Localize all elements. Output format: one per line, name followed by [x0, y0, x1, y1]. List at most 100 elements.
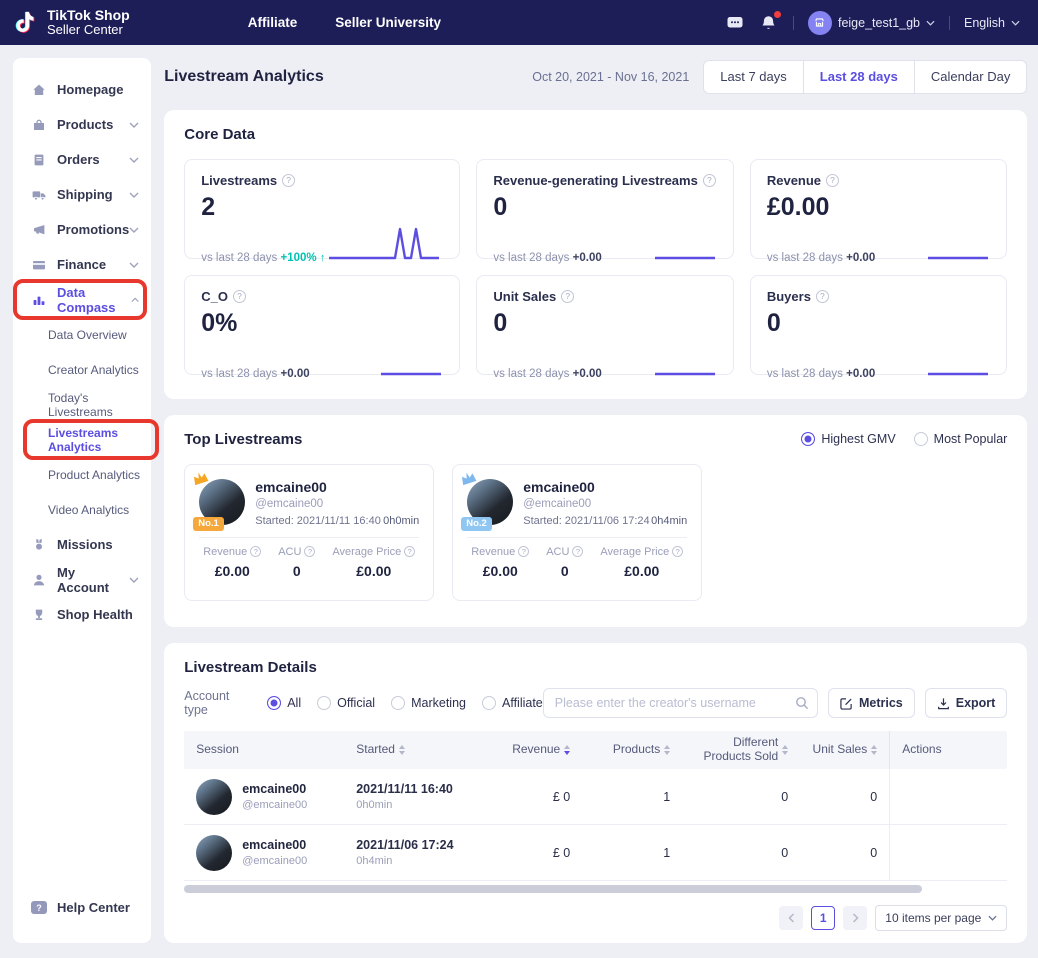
column-header-started[interactable]: Started — [344, 743, 494, 757]
info-icon[interactable] — [404, 546, 415, 557]
info-icon[interactable] — [233, 290, 246, 303]
different-products-sold-cell: 0 — [682, 846, 800, 860]
top-livestreams-title: Top Livestreams — [184, 431, 302, 448]
sidebar-item-shop-health[interactable]: Shop Health — [13, 597, 151, 632]
sparkline-chart — [653, 222, 717, 264]
column-header-products[interactable]: Products — [582, 743, 682, 757]
sidebar-item-my-account[interactable]: My Account — [13, 562, 151, 597]
info-icon[interactable] — [572, 546, 583, 557]
kpi-value: 2 — [201, 193, 443, 222]
range-button-last-7-days[interactable]: Last 7 days — [703, 60, 804, 94]
previous-page-button[interactable] — [779, 906, 803, 930]
shop-avatar-icon — [808, 11, 832, 35]
medal-icon — [31, 537, 47, 553]
notifications-bell-icon[interactable] — [759, 13, 779, 33]
megaphone-icon — [31, 222, 47, 238]
column-header-different-products-sold[interactable]: Different Products Sold — [682, 736, 800, 764]
export-button[interactable]: Export — [925, 688, 1008, 718]
chevron-down-icon — [129, 227, 139, 233]
info-icon[interactable] — [826, 174, 839, 187]
stat-value: £0.00 — [203, 563, 261, 579]
range-button-calendar-day[interactable]: Calendar Day — [914, 60, 1028, 94]
info-icon[interactable] — [304, 546, 315, 557]
account-menu[interactable]: feige_test1_gb — [808, 11, 935, 35]
info-icon[interactable] — [703, 174, 716, 187]
kpi-card-co: C_O 0% vs last 28 days +0.00 — [184, 275, 460, 375]
info-icon[interactable] — [518, 546, 529, 557]
sidebar-item-data-compass[interactable]: Data Compass — [13, 282, 151, 317]
actions-cell — [889, 825, 974, 880]
info-icon[interactable] — [561, 290, 574, 303]
page-size-select[interactable]: 10 items per page — [875, 905, 1007, 931]
logo-line1: TikTok Shop — [47, 8, 130, 23]
sidebar-item-products[interactable]: Products — [13, 107, 151, 142]
sidebar-item-finance[interactable]: Finance — [13, 247, 151, 282]
info-icon[interactable] — [672, 546, 683, 557]
nav-affiliate-link[interactable]: Affiliate — [248, 15, 298, 30]
stat-value: 0 — [278, 563, 315, 579]
page-number-button[interactable]: 1 — [811, 906, 835, 930]
sidebar-subitem-data-overview[interactable]: Data Overview — [13, 317, 151, 352]
kpi-value: 0 — [767, 309, 990, 338]
messages-icon[interactable] — [725, 13, 745, 33]
different-products-sold-cell: 0 — [682, 790, 800, 804]
sidebar-subitem-livestreams-analytics[interactable]: Livestreams Analytics — [13, 422, 151, 457]
tiktok-shop-logo[interactable]: TikTok Shop Seller Center — [14, 8, 130, 38]
chevron-down-icon — [129, 192, 139, 198]
creator-handle: @emcaine00 — [242, 799, 307, 811]
revenue-cell: £ 0 — [494, 846, 582, 860]
radio-most-popular[interactable]: Most Popular — [914, 432, 1008, 446]
metrics-button[interactable]: Metrics — [828, 688, 915, 718]
top-livestream-card-1[interactable]: No.1 emcaine00 @emcaine00 Started: 2021/… — [184, 464, 434, 601]
document-icon — [31, 152, 47, 168]
sidebar-item-help-center[interactable]: Help Center — [13, 890, 151, 925]
logo-text: TikTok Shop Seller Center — [47, 8, 130, 36]
delta-value: +0.00 — [846, 252, 875, 264]
table-row[interactable]: emcaine00 @emcaine00 2021/11/06 17:24 0h… — [184, 825, 1007, 881]
radio-account-official[interactable]: Official — [317, 696, 375, 710]
kpi-value: 0 — [493, 309, 716, 338]
top-livestream-card-2[interactable]: No.2 emcaine00 @emcaine00 Started: 2021/… — [452, 464, 702, 601]
table-row[interactable]: emcaine00 @emcaine00 2021/11/11 16:40 0h… — [184, 769, 1007, 825]
sort-icon — [782, 745, 788, 755]
sort-icon-active-desc — [564, 745, 570, 755]
radio-icon — [801, 432, 815, 446]
duration: 0h4min — [356, 855, 494, 867]
nav-seller-university-link[interactable]: Seller University — [335, 15, 441, 30]
horizontal-scrollbar[interactable] — [184, 885, 922, 893]
sidebar-subitem-todays-livestreams[interactable]: Today's Livestreams — [13, 387, 151, 422]
info-icon[interactable] — [282, 174, 295, 187]
sidebar-item-missions[interactable]: Missions — [13, 527, 151, 562]
radio-highest-gmv[interactable]: Highest GMV — [801, 432, 895, 446]
account-type-label: Account type — [184, 689, 251, 717]
started-datetime: 2021/11/11 16:40 — [356, 782, 494, 796]
language-selector[interactable]: English — [964, 16, 1020, 30]
truck-icon — [31, 187, 47, 203]
sidebar-item-shipping[interactable]: Shipping — [13, 177, 151, 212]
sidebar-item-promotions[interactable]: Promotions — [13, 212, 151, 247]
sidebar-item-homepage[interactable]: Homepage — [13, 72, 151, 107]
started-label: Started: 2021/11/11 16:40 — [255, 515, 381, 527]
sidebar-subitem-product-analytics[interactable]: Product Analytics — [13, 457, 151, 492]
help-icon — [31, 901, 47, 914]
info-icon[interactable] — [816, 290, 829, 303]
top-livestreams-panel: Top Livestreams Highest GMV Most Popular — [164, 415, 1027, 627]
duration-label: 0h4min — [651, 515, 687, 527]
sparkline-chart — [379, 338, 443, 380]
info-icon[interactable] — [250, 546, 261, 557]
sidebar-subitem-creator-analytics[interactable]: Creator Analytics — [13, 352, 151, 387]
radio-account-all[interactable]: All — [267, 696, 301, 710]
radio-account-affiliate[interactable]: Affiliate — [482, 696, 543, 710]
radio-account-marketing[interactable]: Marketing — [391, 696, 466, 710]
creator-search-input[interactable] — [543, 688, 818, 718]
sidebar-item-orders[interactable]: Orders — [13, 142, 151, 177]
range-button-last-28-days[interactable]: Last 28 days — [803, 60, 915, 94]
column-header-revenue[interactable]: Revenue — [494, 743, 582, 757]
top-nav-links: Affiliate Seller University — [248, 15, 441, 30]
column-header-unit-sales[interactable]: Unit Sales — [800, 743, 889, 757]
core-data-panel: Core Data Livestreams 2 vs last 28 days … — [164, 110, 1027, 399]
bag-icon — [31, 117, 47, 133]
column-header-session: Session — [184, 743, 344, 757]
sidebar-subitem-video-analytics[interactable]: Video Analytics — [13, 492, 151, 527]
next-page-button[interactable] — [843, 906, 867, 930]
